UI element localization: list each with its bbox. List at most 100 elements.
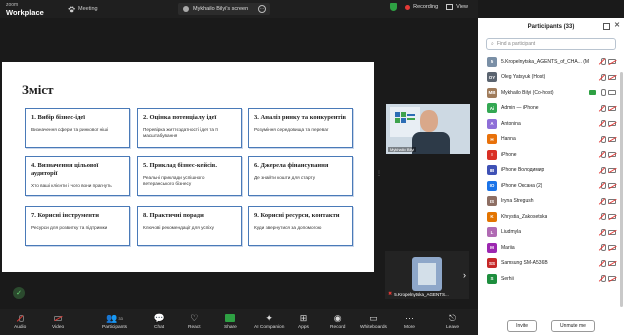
- participants-header: Participants (33) ✕: [478, 18, 624, 36]
- content-card: 9. Корисні ресурси, контакти Куди зверну…: [248, 206, 353, 246]
- sparkle-icon: ✦: [265, 312, 273, 323]
- participant-row[interactable]: IO iPhone Оксана (2): [478, 178, 624, 194]
- speaker-name: Mykhailo Bilyi: [388, 147, 417, 152]
- participant-status-icons: [599, 197, 616, 205]
- participant-row[interactable]: A Antonina: [478, 116, 624, 132]
- view-button[interactable]: View: [446, 4, 468, 10]
- chat-label: Chat: [154, 325, 165, 330]
- encryption-shield-icon[interactable]: ✓: [13, 287, 25, 299]
- participants-button[interactable]: 👥 33 Participants: [102, 312, 127, 331]
- share-button[interactable]: Share: [224, 313, 237, 330]
- self-video[interactable]: ✖ 5.Kropelnytska_AGENTS...: [385, 251, 469, 299]
- participant-row[interactable]: Ai Admin — iPhone: [478, 101, 624, 117]
- record-label: Record: [330, 325, 346, 330]
- card-description: Куди звернутися за допомогою: [254, 225, 322, 230]
- participant-name: Khrystia_Zakosetska: [501, 213, 548, 220]
- avatar: OY: [487, 72, 497, 83]
- avatar: SS: [487, 258, 497, 269]
- security-shield-icon[interactable]: [390, 3, 398, 11]
- pop-out-icon[interactable]: [603, 23, 610, 30]
- speaker-video[interactable]: Mykhailo Bilyi: [386, 104, 470, 154]
- participant-status-icons: [599, 166, 616, 174]
- collapse-handle-icon[interactable]: ⋮: [376, 170, 382, 177]
- video-off-icon: [608, 167, 616, 173]
- participant-status-icons: [599, 151, 616, 158]
- participant-search[interactable]: ⌕ Find a participant: [486, 38, 616, 50]
- search-icon: ⌕: [491, 41, 494, 47]
- microphone-muted-icon: [599, 151, 606, 158]
- microphone-muted-icon: [599, 197, 606, 205]
- participant-name: Samsung SM-A536B: [501, 260, 548, 267]
- participant-row[interactable]: M Mariia: [478, 240, 624, 256]
- participant-row[interactable]: MB Mykhailo Bilyi (Co-host): [478, 85, 624, 101]
- participant-row[interactable]: IB iPhone Володимир: [478, 163, 624, 179]
- avatar: S: [487, 273, 497, 284]
- participant-status-icons: [599, 213, 616, 220]
- participant-row[interactable]: K Khrystia_Zakosetska: [478, 209, 624, 225]
- content-card: 8. Практичні поради Ключові рекомендації…: [137, 206, 242, 246]
- card-title: 4. Визначення цільової аудиторії: [31, 162, 99, 177]
- scrollbar[interactable]: [620, 72, 623, 307]
- participants-title: Participants (33): [527, 24, 575, 30]
- apps-button[interactable]: ⊞ Apps: [298, 313, 309, 331]
- participant-name: iPhone: [501, 151, 517, 158]
- participant-status-icons: [599, 228, 616, 236]
- participant-status-icons: [599, 73, 616, 81]
- participant-status-icons: [599, 135, 616, 143]
- close-icon[interactable]: ✕: [614, 21, 620, 29]
- meeting-button[interactable]: Meeting: [68, 5, 98, 13]
- avatar: I: [487, 149, 497, 160]
- ai-companion-button[interactable]: ✦ AI Companion: [254, 312, 284, 331]
- participant-row[interactable]: L Liudmyla: [478, 225, 624, 241]
- leave-button[interactable]: ⎋ Leave: [446, 312, 459, 331]
- view-label: View: [456, 4, 468, 10]
- participant-row[interactable]: S Serhii: [478, 271, 624, 287]
- microphone-muted-icon: [15, 313, 25, 323]
- participant-name: Admin — iPhone: [501, 105, 539, 112]
- invite-button[interactable]: Invite: [507, 320, 538, 332]
- video-off-icon: [608, 229, 616, 235]
- participant-list: 5 5.Kropelnytska_AGENTS_of_CHA... (Me) OY O…: [478, 54, 624, 287]
- presenter-avatar: [183, 6, 189, 12]
- participant-status-icons: [599, 259, 616, 267]
- recording-indicator[interactable]: Recording: [405, 4, 438, 10]
- participant-row[interactable]: 5 5.Kropelnytska_AGENTS_of_CHA... (Me): [478, 54, 624, 70]
- chat-button[interactable]: 💬 Chat: [153, 313, 165, 331]
- content-card: 6. Джерела фінансування Де знайти кошти …: [248, 156, 353, 196]
- audio-button[interactable]: Audio: [14, 313, 26, 330]
- avatar: L: [487, 227, 497, 238]
- more-button[interactable]: ⋯ More: [404, 313, 415, 331]
- search-placeholder: Find a participant: [496, 41, 536, 47]
- leave-icon: ⎋: [448, 312, 457, 323]
- screen-share-icon: [589, 90, 596, 95]
- more-label: More: [404, 325, 415, 330]
- screen-share-tab[interactable]: Mykhailo Bilyi's screen …: [178, 3, 270, 15]
- participant-row[interactable]: H Hanna: [478, 132, 624, 148]
- record-button[interactable]: ◉ Record: [330, 313, 346, 331]
- people-icon: 👥 33: [106, 312, 123, 323]
- card-title: 6. Джерела фінансування: [254, 162, 329, 169]
- participants-footer: Invite Unmute me: [478, 317, 624, 335]
- grid-icon: [446, 4, 454, 10]
- self-name: 5.Kropelnytska_AGENTS...: [394, 291, 449, 297]
- video-button[interactable]: Video: [52, 313, 64, 330]
- more-options-icon[interactable]: …: [258, 5, 266, 13]
- participant-row[interactable]: IiPhone: [478, 147, 624, 163]
- slide-title: Зміст: [22, 82, 54, 97]
- react-label: React: [188, 325, 201, 330]
- audio-label: Audio: [14, 325, 27, 330]
- microphone-muted-icon: [599, 58, 606, 65]
- unmute-me-button[interactable]: Unmute me: [551, 320, 595, 332]
- next-page-icon[interactable]: ›: [463, 270, 466, 280]
- participant-row[interactable]: SS Samsung SM-A536B: [478, 256, 624, 272]
- react-button[interactable]: ♡ React: [188, 313, 201, 331]
- card-title: 9. Корисні ресурси, контакти: [254, 212, 340, 219]
- participant-row[interactable]: IS Iryna Stregush: [478, 194, 624, 210]
- participant-status-icons: [589, 89, 616, 96]
- avatar: IS: [487, 196, 497, 207]
- microphone-muted-icon: [599, 104, 606, 112]
- participant-row[interactable]: OY Oleg Yatsyuk (Host): [478, 70, 624, 86]
- whiteboards-button[interactable]: ▭ Whiteboards: [360, 313, 387, 331]
- video-off-icon: [608, 136, 616, 142]
- microphone-muted-icon: [599, 182, 606, 189]
